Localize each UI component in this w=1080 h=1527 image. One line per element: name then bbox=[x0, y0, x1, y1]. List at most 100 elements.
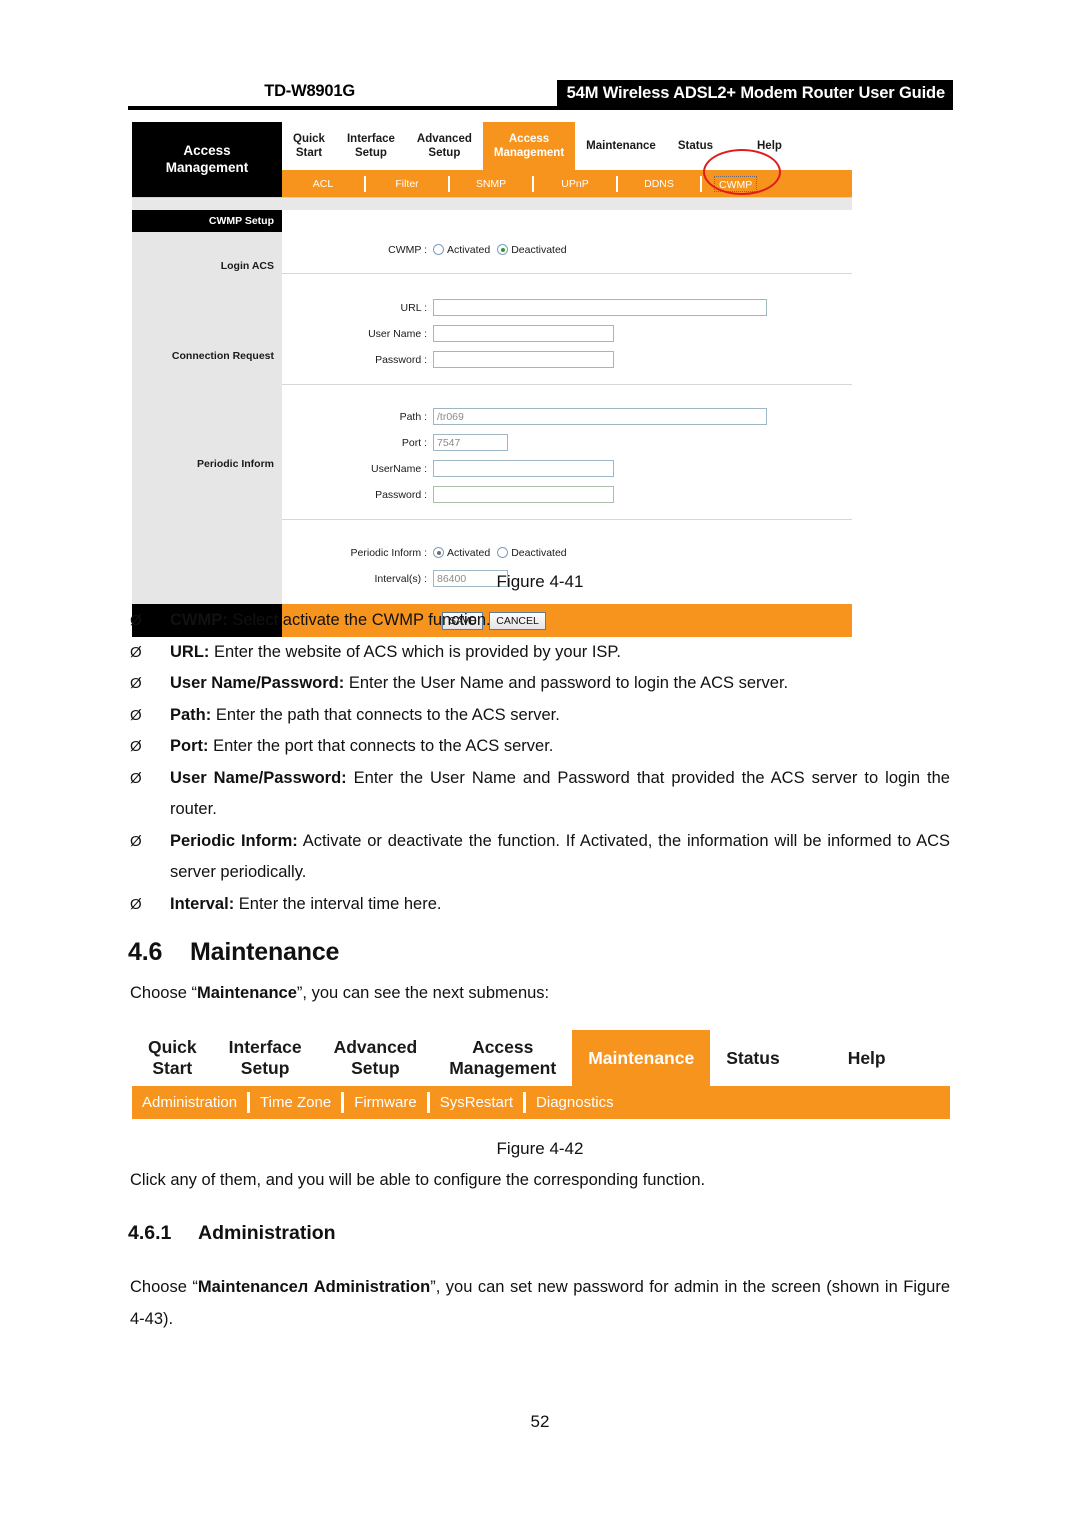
nav-item-advanced-setup[interactable]: Advanced Setup bbox=[318, 1030, 434, 1086]
subnav-item-firmware[interactable]: Firmware bbox=[344, 1092, 430, 1113]
subnav-item-cwmp[interactable]: CWMP bbox=[714, 175, 758, 192]
input-password[interactable] bbox=[433, 351, 614, 368]
maintenance-main-nav: Quick Start Interface Setup Advanced Set… bbox=[132, 1030, 950, 1086]
periodic-inform-radio-deactivated[interactable]: Deactivated bbox=[497, 546, 567, 559]
nav-item-interface-setup[interactable]: Interface Setup bbox=[213, 1030, 318, 1086]
input-port[interactable] bbox=[433, 434, 508, 451]
label-password: Password : bbox=[375, 353, 427, 366]
radio-icon bbox=[497, 547, 509, 558]
subnav-item-diagnostics[interactable]: Diagnostics bbox=[526, 1092, 624, 1113]
router-sidebar: CWMP Setup Login ACS Connection Request … bbox=[132, 210, 282, 604]
bullet-marker: Ø bbox=[130, 612, 142, 629]
subnav-item-upnp[interactable]: UPnP bbox=[534, 175, 618, 192]
form-row-password: Password : bbox=[282, 348, 852, 371]
router-content: CWMP Setup Login ACS Connection Request … bbox=[132, 210, 852, 604]
label-port: Port : bbox=[401, 436, 427, 449]
subnav-item-snmp[interactable]: SNMP bbox=[450, 175, 534, 192]
label-cr-username: UserName : bbox=[370, 462, 427, 475]
form-row-path: Path : bbox=[282, 405, 852, 428]
nav-label-line1: Access bbox=[508, 132, 550, 145]
subnav-item-acl[interactable]: ACL bbox=[282, 175, 366, 192]
label-cr-password: Password : bbox=[375, 488, 427, 501]
nav-item-status[interactable]: Status bbox=[666, 122, 724, 170]
label-path: Path : bbox=[399, 410, 427, 423]
nav-item-quick-start[interactable]: Quick Start bbox=[132, 1030, 213, 1086]
divider-connection-request bbox=[282, 384, 852, 385]
subsection-body-bold: Maintenanceл Administration bbox=[197, 1278, 431, 1296]
section-title: Maintenance bbox=[190, 938, 340, 966]
cwmp-radio-deactivated[interactable]: Deactivated bbox=[497, 244, 567, 256]
nav-item-access-management[interactable]: Access Management bbox=[482, 122, 576, 170]
form-row-cr-username: UserName : bbox=[282, 457, 852, 480]
bullet-text: User Name/Password: Enter the User Name … bbox=[170, 668, 950, 700]
nav-label-line1: Maintenance bbox=[588, 1047, 695, 1068]
bullet-marker: Ø bbox=[130, 675, 142, 692]
bullet-marker: Ø bbox=[130, 738, 142, 755]
bullet-term: Periodic Inform: bbox=[170, 831, 298, 850]
page-header: TD-W8901G 54M Wireless ADSL2+ Modem Rout… bbox=[128, 80, 953, 110]
header-title: 54M Wireless ADSL2+ Modem Router User Gu… bbox=[556, 80, 953, 106]
nav-item-help[interactable]: Help bbox=[832, 1030, 902, 1086]
list-item: Ø Interval: Enter the interval time here… bbox=[130, 889, 950, 921]
maintenance-sub-nav: Administration Time Zone Firmware SysRes… bbox=[132, 1086, 950, 1119]
subnav-item-ddns[interactable]: DDNS bbox=[618, 175, 702, 192]
radio-icon bbox=[433, 244, 444, 255]
nav-item-status[interactable]: Status bbox=[710, 1030, 795, 1086]
nav-item-access-management[interactable]: Access Management bbox=[433, 1030, 572, 1086]
input-cr-password[interactable] bbox=[433, 486, 614, 503]
nav-label-line2: Start bbox=[295, 147, 323, 159]
periodic-inform-radio-activated[interactable]: Activated bbox=[433, 547, 490, 559]
radio-icon-selected bbox=[433, 547, 444, 558]
nav-label-line1: Status bbox=[726, 1047, 780, 1068]
bullet-term: Path: bbox=[170, 705, 212, 724]
nav-item-maintenance[interactable]: Maintenance bbox=[575, 122, 667, 170]
figure-4-41-router-ui: Access Management Quick Start Interface … bbox=[132, 122, 852, 637]
list-item: Ø Periodic Inform: Activate or deactivat… bbox=[130, 826, 950, 889]
intro-pre: Choose “ bbox=[130, 984, 197, 1002]
label-cwmp: CWMP : bbox=[388, 243, 427, 256]
pi-radio-activated-label: Activated bbox=[447, 546, 491, 559]
input-username[interactable] bbox=[433, 325, 614, 342]
form-row-url: URL : bbox=[282, 296, 852, 319]
page-title: 4.6 Maintenance bbox=[128, 938, 339, 967]
page-title-badge: Access Management bbox=[132, 122, 282, 197]
cwmp-radio-activated[interactable]: Activated bbox=[433, 244, 490, 256]
subnav-item-sysrestart[interactable]: SysRestart bbox=[430, 1092, 527, 1113]
divider-login-acs bbox=[282, 273, 852, 274]
nav-item-maintenance[interactable]: Maintenance bbox=[572, 1030, 711, 1086]
periodic-inform-radio-group: Activated Deactivated bbox=[433, 547, 574, 559]
nav-label-line2: Start bbox=[152, 1058, 193, 1078]
page-title-badge-line2: Management bbox=[165, 159, 249, 175]
radio-icon-selected bbox=[497, 244, 509, 255]
bullet-term: CWMP: bbox=[170, 611, 228, 629]
nav-label-line2: Management bbox=[449, 1058, 557, 1078]
form-row-port: Port : bbox=[282, 431, 852, 454]
list-item: Ø Path: Enter the path that connects to … bbox=[130, 700, 950, 732]
nav-item-quick-start[interactable]: Quick Start bbox=[282, 122, 336, 170]
nav-label-line1: Advanced bbox=[416, 132, 472, 145]
form-row-cr-password: Password : bbox=[282, 483, 852, 506]
nav-item-help[interactable]: Help bbox=[746, 122, 793, 170]
bullet-text: Periodic Inform: Activate or deactivate … bbox=[170, 826, 950, 889]
intro-post: ”, you can see the next submenus: bbox=[296, 984, 550, 1002]
input-cr-username[interactable] bbox=[433, 460, 614, 477]
subnav-item-time-zone[interactable]: Time Zone bbox=[250, 1092, 345, 1113]
after-figure-42-paragraph: Click any of them, and you will be able … bbox=[130, 1171, 706, 1189]
divider-periodic-inform bbox=[282, 519, 852, 520]
subsection-paragraph: Choose “Maintenanceл Administration”, yo… bbox=[130, 1272, 950, 1335]
nav-item-interface-setup[interactable]: Interface Setup bbox=[335, 122, 406, 170]
form-row-username: User Name : bbox=[282, 322, 852, 345]
bullet-body: Select activate the CWMP function. bbox=[227, 611, 491, 629]
bullet-text: User Name/Password: Enter the User Name … bbox=[170, 763, 950, 826]
subnav-item-administration[interactable]: Administration bbox=[132, 1092, 251, 1113]
subnav-item-filter[interactable]: Filter bbox=[366, 175, 450, 192]
input-path[interactable] bbox=[433, 408, 767, 425]
pi-radio-deactivated-label: Deactivated bbox=[511, 546, 567, 559]
input-url[interactable] bbox=[433, 299, 767, 316]
bullet-marker: Ø bbox=[130, 706, 142, 724]
router-form: CWMP : Activated Deactivated URL : User … bbox=[282, 210, 852, 604]
sidebar-label-connection-request: Connection Request bbox=[171, 350, 274, 362]
nav-label-line1: Status bbox=[677, 139, 713, 152]
nav-item-advanced-setup[interactable]: Advanced Setup bbox=[405, 122, 483, 170]
main-nav: Quick Start Interface Setup Advanced Set… bbox=[282, 122, 852, 170]
